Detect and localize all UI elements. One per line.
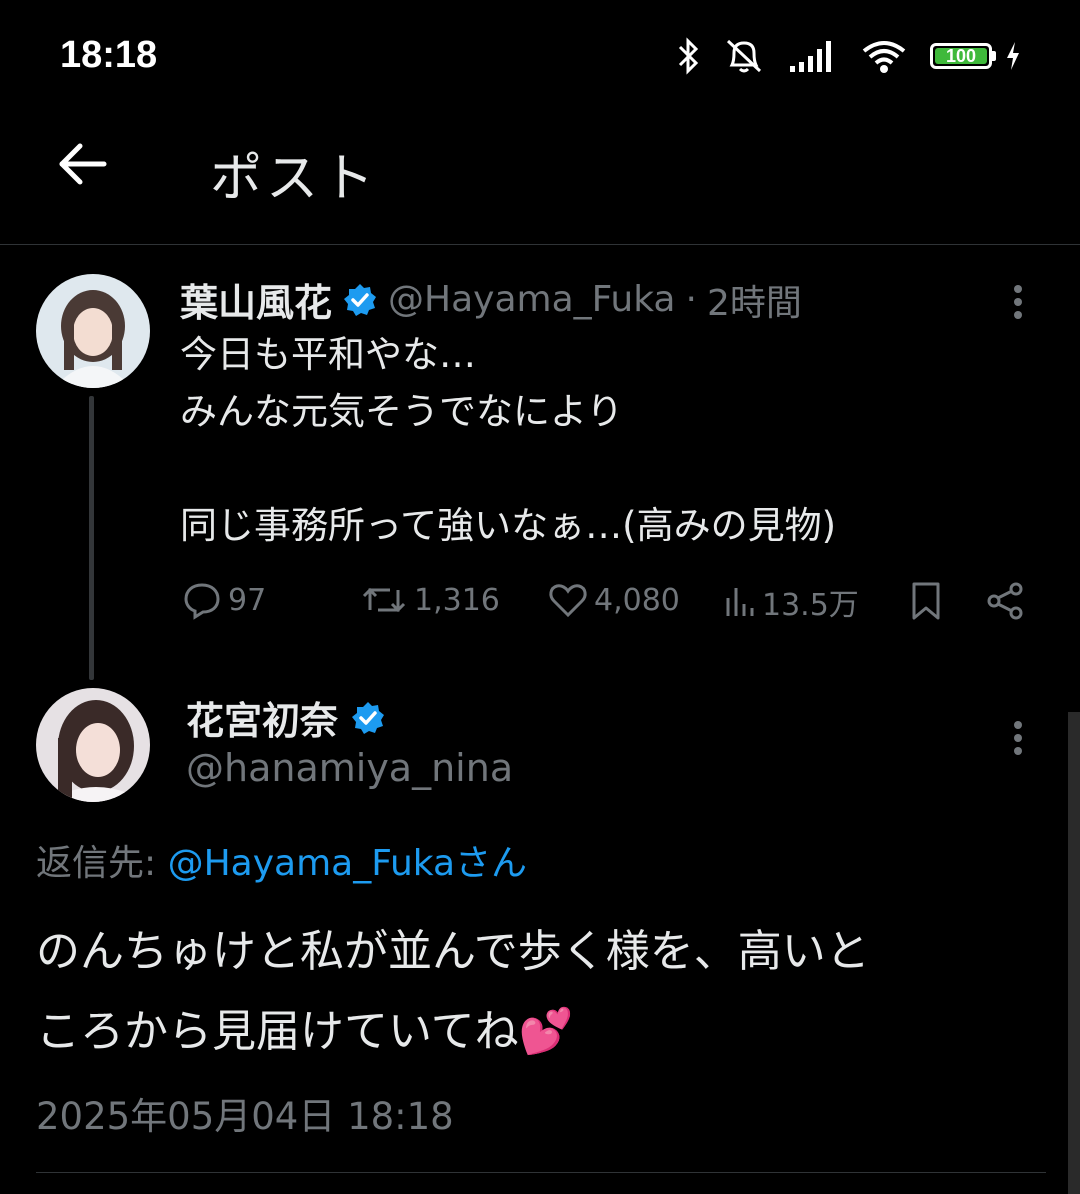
main-post-header: 花宮初奈: [186, 690, 386, 745]
avatar-hayama[interactable]: [36, 274, 150, 388]
views-button[interactable]: 13.5万: [724, 580, 859, 624]
verified-badge-icon: [344, 283, 377, 316]
post-line: のんちゅけと私が並んで歩く様を、高いと: [36, 926, 870, 977]
post-time[interactable]: 2時間: [707, 274, 802, 326]
author-handle[interactable]: @hanamiya_nina: [186, 746, 513, 790]
status-time: 18:18: [60, 34, 158, 76]
repost-count: 1,316: [414, 582, 500, 618]
reply-icon: [184, 583, 220, 620]
reply-context: 返信先: @Hayama_Fukaさん: [36, 834, 527, 886]
header-divider: [0, 244, 1080, 245]
post-timestamp[interactable]: 2025年05月04日 18:18: [36, 1086, 454, 1140]
bluetooth-icon: [678, 37, 699, 75]
battery-icon: 100: [930, 43, 992, 69]
author-handle[interactable]: @Hayama_Fuka: [388, 279, 675, 320]
repost-button[interactable]: 1,316: [360, 580, 500, 620]
post-line: 同じ事務所って強いなぁ…(高みの見物): [180, 504, 837, 547]
post-line: [180, 440, 1040, 497]
parent-post-header: 葉山風花 @Hayama_Fuka · 2時間: [180, 272, 802, 327]
avatar-hanamiya[interactable]: [36, 688, 150, 802]
battery-level: 100: [945, 45, 977, 66]
charging-icon: [1007, 42, 1019, 70]
more-options-icon[interactable]: [1014, 716, 1022, 760]
page-title: ポスト: [210, 149, 379, 209]
post-line: 今日も平和やな…: [180, 333, 476, 376]
main-post-text: のんちゅけと私が並んで歩く様を、高いと ころから見届けていてね💕: [36, 912, 1046, 1072]
repost-icon: [362, 587, 406, 613]
footer-divider: [36, 1172, 1046, 1173]
like-button[interactable]: 4,080: [548, 580, 680, 620]
heart-emoji: 💕: [518, 1006, 574, 1057]
views-icon: [726, 588, 754, 616]
more-options-icon[interactable]: [1014, 280, 1022, 324]
heart-icon: [549, 584, 587, 618]
reply-count: 97: [228, 582, 267, 618]
reply-to-link[interactable]: @Hayama_Fukaさん: [168, 843, 527, 884]
author-name[interactable]: 花宮初奈: [186, 690, 338, 745]
like-count: 4,080: [594, 582, 680, 618]
bookmark-icon[interactable]: [906, 580, 946, 622]
back-arrow-icon[interactable]: [54, 136, 110, 192]
post-line: みんな元気そうでなにより: [180, 390, 624, 433]
wifi-icon: [862, 41, 906, 73]
parent-post-text: 今日も平和やな… みんな元気そうでなにより 同じ事務所って強いなぁ…(高みの見物…: [180, 326, 1040, 554]
post-line: ころから見届けていてね: [36, 1006, 519, 1057]
signal-icon: [790, 41, 831, 72]
thread-line: [89, 396, 94, 680]
verified-badge-icon: [352, 701, 385, 734]
reply-to-label: 返信先:: [36, 843, 157, 884]
author-name[interactable]: 葉山風花: [180, 272, 332, 327]
scrollbar[interactable]: [1068, 712, 1080, 1194]
share-icon[interactable]: [984, 580, 1026, 622]
meta-separator: ·: [685, 279, 697, 320]
mute-icon: [726, 39, 762, 73]
views-count: 13.5万: [762, 588, 859, 623]
status-icons: 100: [676, 36, 1022, 76]
reply-button[interactable]: 97: [182, 580, 266, 620]
